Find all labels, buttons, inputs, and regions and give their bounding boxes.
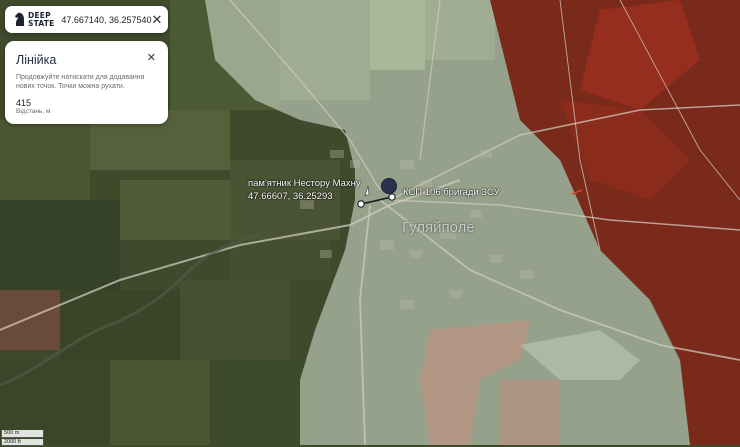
monument-coordinates: 47.66607, 36.25293: [248, 191, 333, 202]
map-scale: 500 m 2000 ft: [1, 430, 44, 447]
scale-metric: 500 m: [1, 430, 44, 438]
knight-icon: [15, 12, 24, 26]
ruler-point-end[interactable]: [388, 193, 396, 201]
coordinates-bar: DEEP STATE 47.667140, 36.257540 ✕: [5, 6, 168, 33]
distance-label: Відстань, м: [16, 108, 51, 115]
deepstate-logo: DEEP STATE: [14, 11, 55, 28]
ruler-panel: Лінійка ✕ Продовжуйте натискати для дода…: [5, 41, 168, 124]
close-ruler-icon[interactable]: ✕: [147, 53, 156, 64]
ruler-hint: Продовжуйте натискати для додавання нови…: [16, 74, 145, 90]
logo-line2: STATE: [28, 18, 55, 28]
city-label: Гуляйполе: [402, 219, 475, 236]
coordinates-text[interactable]: 47.667140, 36.257540: [61, 15, 151, 25]
unit-marker-icon[interactable]: [381, 178, 397, 194]
monument-name: пам'ятник Нестору Махну: [248, 178, 361, 189]
distance-value: 415: [16, 98, 32, 108]
ruler-title: Лінійка: [16, 53, 57, 67]
unit-marker-label[interactable]: КСП 106 бригади ЗСУ: [403, 187, 500, 198]
monument-label: пам'ятник Нестору Махну 47.66607, 36.252…: [248, 178, 361, 202]
close-coordinates-icon[interactable]: ✕: [152, 13, 163, 26]
